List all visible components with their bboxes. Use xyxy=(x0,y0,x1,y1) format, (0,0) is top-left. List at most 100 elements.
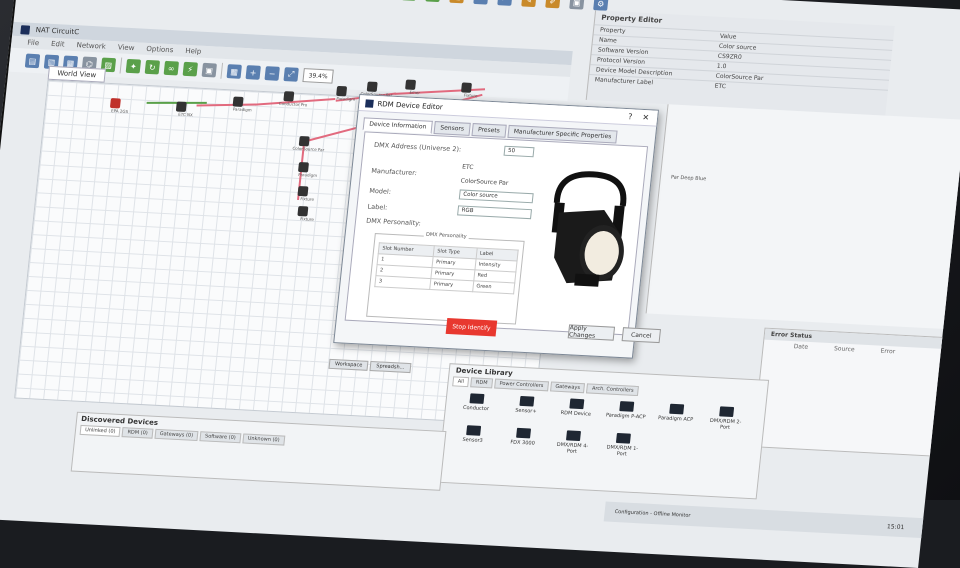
menu-options[interactable]: Options xyxy=(146,45,174,54)
apply-changes-button[interactable]: Apply Changes xyxy=(567,324,616,341)
map-icon[interactable]: ▦ xyxy=(401,0,417,1)
close-icon[interactable]: ✕ xyxy=(642,113,650,122)
library-item[interactable]: DMX/RDM 1-Port xyxy=(601,432,643,458)
label-input[interactable]: Color source xyxy=(458,189,534,204)
device-node[interactable]: Paradigm xyxy=(232,96,252,112)
device-node[interactable]: ColorSource Par xyxy=(360,81,393,98)
dialog-title: RDM Device Editor xyxy=(377,99,444,111)
image-icon[interactable]: ▣ xyxy=(569,0,585,10)
menu-help[interactable]: Help xyxy=(185,47,202,56)
plug-icon[interactable]: ⚡ xyxy=(182,61,199,77)
dmx-address-spinbox[interactable]: 50 xyxy=(503,145,535,158)
column-header: Value xyxy=(719,32,737,41)
right-side-panel: Par Deep Blue xyxy=(645,104,960,330)
top-toolbar: ▭ ▦ ↖ ◧ ⌕ ⌕ ✎ ✐ ▣ ⚙ xyxy=(377,0,609,17)
column-header: Date xyxy=(793,343,809,351)
discovered-devices-panel: Discovered Devices Unlinked (0) RDM (0) … xyxy=(70,411,447,491)
device-node[interactable]: Paradigm xyxy=(297,161,317,178)
library-item[interactable]: Paradigm ACP xyxy=(655,403,697,429)
tab-workspace[interactable]: Workspace xyxy=(328,358,369,371)
stop-identify-button[interactable]: Stop Identify xyxy=(445,317,498,337)
tab-unknown[interactable]: Unknown (0) xyxy=(242,433,286,446)
search-icon[interactable]: ⌕ xyxy=(497,0,513,6)
zoom-icon[interactable]: ⌕ xyxy=(473,0,489,5)
device-node[interactable]: EPA 2GS xyxy=(109,98,128,114)
cursor-icon[interactable]: ↖ xyxy=(425,0,441,3)
menu-edit[interactable]: Edit xyxy=(51,40,65,49)
refresh-icon[interactable]: ↻ xyxy=(144,59,161,75)
zoom-fit-icon[interactable]: ⤢ xyxy=(283,67,299,82)
library-item-label: DMX/RDM 4-Port xyxy=(556,441,589,455)
library-item[interactable]: FDX 3000 xyxy=(502,427,544,453)
library-item[interactable]: Sensor+ xyxy=(505,395,547,421)
pen-icon[interactable]: ✎ xyxy=(521,0,537,8)
settings-icon[interactable]: ⚙ xyxy=(593,0,609,11)
node-label: Fixture xyxy=(463,92,478,99)
tab-rdm[interactable]: RDM (0) xyxy=(121,427,154,439)
library-item[interactable]: DMX/RDM 2-Port xyxy=(705,406,747,432)
model-label: Model: xyxy=(368,186,392,196)
grid-icon[interactable]: ▦ xyxy=(226,64,242,79)
device-node[interactable]: Fixture xyxy=(297,185,314,202)
zoom-in-icon[interactable]: + xyxy=(245,65,261,80)
library-item-label: FDX 3000 xyxy=(509,439,536,447)
device-node[interactable]: Emer xyxy=(405,79,420,95)
pencil-icon[interactable]: ✐ xyxy=(545,0,561,9)
tab-software[interactable]: Software (0) xyxy=(199,431,242,444)
library-item-label: Paradigm P-ACP xyxy=(605,412,646,421)
library-item[interactable]: RDM Device xyxy=(555,398,597,424)
menu-file[interactable]: File xyxy=(27,39,40,48)
device-node[interactable]: Fixture xyxy=(460,82,478,98)
cancel-button[interactable]: Cancel xyxy=(621,327,662,344)
device-node[interactable]: Paradigm xyxy=(336,85,356,102)
clock: 15:01 xyxy=(886,522,905,531)
property-editor: Property Editor Property Value Name Color… xyxy=(585,10,895,116)
link-icon[interactable]: ∞ xyxy=(163,60,180,76)
tab-presets[interactable]: Presets xyxy=(471,123,507,138)
device-node[interactable]: ETC NX xyxy=(175,101,193,117)
app-logo-icon xyxy=(365,98,374,108)
menu-view[interactable]: View xyxy=(117,43,134,52)
device-node[interactable]: Conductor Pro xyxy=(279,91,307,107)
library-item[interactable]: Paradigm P-ACP xyxy=(605,400,647,426)
device-node[interactable]: ColorSource Par xyxy=(292,135,325,152)
device-icon xyxy=(519,395,535,407)
monitor-bezel: ▭ ▦ ↖ ◧ ⌕ ⌕ ✎ ✐ ▣ ⚙ NAT CircuitC File Ed… xyxy=(0,0,960,568)
new-icon[interactable]: ▤ xyxy=(24,53,41,69)
screen: ▭ ▦ ↖ ◧ ⌕ ⌕ ✎ ✐ ▣ ⚙ NAT CircuitC File Ed… xyxy=(0,0,960,568)
device-icon xyxy=(569,398,585,410)
rdm-device-editor-dialog: RDM Device Editor ? ✕ Device Information… xyxy=(333,94,662,359)
fixture-image xyxy=(551,171,627,287)
tab-rdm[interactable]: RDM xyxy=(470,377,493,389)
library-item[interactable]: Conductor xyxy=(455,393,497,419)
device-icon xyxy=(669,403,685,415)
device-icon xyxy=(619,401,635,412)
personality-select[interactable]: RGB xyxy=(457,205,533,220)
tab-spreadsheet[interactable]: Spreadsh... xyxy=(369,361,411,374)
select-icon[interactable]: ◧ xyxy=(449,0,465,4)
discover-icon[interactable]: ✦ xyxy=(125,58,142,74)
library-item-label: RDM Device xyxy=(560,410,592,418)
device-node[interactable]: Fixture xyxy=(297,206,314,222)
tab-all[interactable]: All xyxy=(452,376,470,388)
zoom-out-icon[interactable]: − xyxy=(264,66,280,81)
manufacturer-value: ETC xyxy=(461,163,474,172)
column-header: Error xyxy=(880,347,896,356)
library-item[interactable]: Sensor3 xyxy=(452,424,494,450)
tab-sensors[interactable]: Sensors xyxy=(433,121,471,136)
library-item-label: DMX/RDM 2-Port xyxy=(709,417,742,431)
tab-gateways[interactable]: Gateways (0) xyxy=(154,428,199,442)
tab-unlinked[interactable]: Unlinked (0) xyxy=(79,424,121,437)
device-icon xyxy=(466,425,482,436)
library-item[interactable]: DMX/RDM 4-Port xyxy=(552,430,594,456)
device-icon[interactable]: ▣ xyxy=(201,62,217,78)
device-icon xyxy=(469,393,485,404)
tab-gateways[interactable]: Gateways xyxy=(549,381,586,394)
help-icon[interactable]: ? xyxy=(628,112,633,121)
menu-network[interactable]: Network xyxy=(76,41,106,50)
node-label: Paradigm xyxy=(232,106,252,113)
app-title: NAT CircuitC xyxy=(35,26,80,37)
column-header: Source xyxy=(833,345,855,354)
slot-type: Primary xyxy=(429,278,474,292)
zoom-level[interactable]: 39.4% xyxy=(302,68,334,84)
